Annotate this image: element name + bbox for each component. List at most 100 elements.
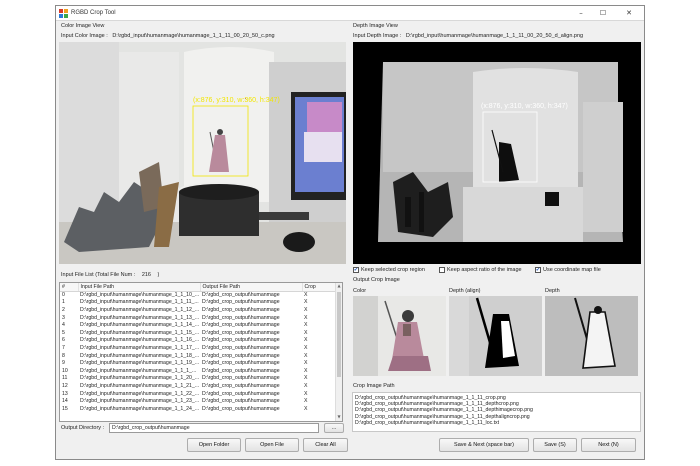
file-list-label: Input File List (Total File Num : 216 ): [61, 272, 159, 278]
keep-aspect-checkbox[interactable]: Keep aspect ratio of the image: [439, 267, 522, 273]
output-directory-field[interactable]: D:\rgbd_crop_output\humanmage: [109, 423, 319, 433]
crop-path-line: D:\rgbd_crop_output\humanmage\humanmage_…: [355, 419, 500, 426]
color-path-label: Input Color Image :: [61, 33, 108, 39]
cell-output-path: D:\rgbd_crop_output\humanmage: [202, 360, 280, 367]
crop-depth-align-label: Depth (align): [449, 288, 481, 294]
cell-input-path: D:\rgbd_input\humanmage\humanmage_1_1_22…: [80, 390, 200, 397]
color-path-value: D:\rgbd_input\humanmage\humanmage_1_1_11…: [112, 33, 275, 39]
crop-paths-label: Crop Image Path: [353, 383, 395, 389]
cell-output-path: D:\rgbd_crop_output\humanmage: [202, 390, 280, 397]
column-header-input[interactable]: Input File Path: [78, 283, 201, 292]
cell-index: 13: [62, 390, 68, 397]
save-next-button[interactable]: Save & Next (space bar): [439, 438, 529, 452]
depth-path-row: Input Depth Image : D:\rgbd_input\humanm…: [353, 33, 583, 39]
cell-index: 10: [62, 367, 68, 374]
cell-input-path: D:\rgbd_input\humanmage\humanmage_1_1_10…: [80, 292, 200, 299]
cell-output-path: D:\rgbd_crop_output\humanmage: [202, 375, 280, 382]
file-list-scrollbar[interactable]: ▲ ▼: [335, 283, 342, 421]
use-map-label: Use coordinate map file: [543, 267, 601, 273]
file-list-label-prefix: Input File List (Total File Num :: [61, 272, 136, 278]
cell-index: 9: [62, 360, 65, 367]
depth-image-view[interactable]: (x:876, y:310, w:360, h:347): [353, 42, 641, 264]
crop-depth-align-panel: [449, 296, 542, 376]
crop-depth-image: [545, 296, 638, 376]
cell-input-path: D:\rgbd_input\humanmage\humanmage_1_1_16…: [80, 337, 200, 344]
next-button[interactable]: Next (N): [581, 438, 636, 452]
cell-input-path: D:\rgbd_input\humanmage\humanmage_1_1_19…: [80, 360, 200, 367]
table-row[interactable]: 2 D:\rgbd_input\humanmage\humanmage_1_1_1…: [60, 306, 340, 314]
cell-output-path: D:\rgbd_crop_output\humanmage: [202, 306, 280, 313]
cell-index: 14: [62, 398, 68, 405]
cell-output-path: D:\rgbd_crop_output\humanmage: [202, 344, 280, 351]
table-row[interactable]: 15 D:\rgbd_input\humanmage\humanmage_1_1_…: [60, 405, 340, 413]
cell-output-path: D:\rgbd_crop_output\humanmage: [202, 382, 280, 389]
app-window: RGBD Crop Tool – ☐ ✕ Color Image View In…: [55, 5, 645, 460]
cell-input-path: D:\rgbd_input\humanmage\humanmage_1_1_21…: [80, 382, 200, 389]
maximize-icon[interactable]: ☐: [592, 6, 614, 20]
cell-output-path: D:\rgbd_crop_output\humanmage: [202, 292, 280, 299]
cell-index: 2: [62, 306, 65, 313]
close-icon[interactable]: ✕: [614, 6, 644, 20]
color-view-label: Color Image View: [61, 23, 105, 29]
column-header-index[interactable]: #: [60, 283, 79, 292]
table-row[interactable]: 0 D:\rgbd_input\humanmage\humanmage_1_1_1…: [60, 291, 340, 299]
checkbox-box[interactable]: [439, 267, 445, 273]
browse-button[interactable]: ...: [324, 423, 344, 433]
checkbox-box[interactable]: ✔: [535, 267, 541, 273]
use-map-checkbox[interactable]: ✔ Use coordinate map file: [535, 267, 601, 273]
cell-output-path: D:\rgbd_crop_output\humanmage: [202, 314, 280, 321]
open-file-button[interactable]: Open File: [245, 438, 299, 452]
cell-output-path: D:\rgbd_crop_output\humanmage: [202, 405, 280, 412]
keep-aspect-label: Keep aspect ratio of the image: [447, 267, 522, 273]
column-header-output[interactable]: Output File Path: [200, 283, 303, 292]
table-row[interactable]: 8 D:\rgbd_input\humanmage\humanmage_1_1_1…: [60, 352, 340, 360]
open-folder-button[interactable]: Open Folder: [187, 438, 241, 452]
cell-index: 3: [62, 314, 65, 321]
checkbox-box[interactable]: ✔: [353, 267, 359, 273]
color-path-row: Input Color Image : D:\rgbd_input\humanm…: [61, 33, 275, 39]
table-row[interactable]: 9 D:\rgbd_input\humanmage\humanmage_1_1_1…: [60, 359, 340, 367]
scrollbar-thumb[interactable]: [337, 292, 341, 377]
cell-input-path: D:\rgbd_input\humanmage\humanmage_1_1_15…: [80, 329, 200, 336]
cell-output-path: D:\rgbd_crop_output\humanmage: [202, 299, 280, 306]
title-bar[interactable]: RGBD Crop Tool – ☐ ✕: [56, 6, 644, 21]
save-button[interactable]: Save (S): [533, 438, 577, 452]
crop-color-image: [353, 296, 446, 376]
clear-all-button[interactable]: Clear All: [303, 438, 348, 452]
table-row[interactable]: 7 D:\rgbd_input\humanmage\humanmage_1_1_1…: [60, 344, 340, 352]
scroll-down-arrow-icon[interactable]: ▼: [336, 414, 342, 421]
color-image-view[interactable]: (x:876, y:310, w:360, h:347): [59, 42, 346, 264]
app-icon: [59, 9, 68, 18]
depth-image: (x:876, y:310, w:360, h:347): [353, 42, 641, 264]
file-count: 216: [141, 272, 151, 278]
file-list-table[interactable]: # Input File Path Output File Path Crop …: [59, 282, 343, 422]
crop-paths-box[interactable]: D:\rgbd_crop_output\humanmage\humanmage_…: [352, 392, 641, 432]
crop-color-panel: [353, 296, 446, 376]
table-row[interactable]: 4 D:\rgbd_input\humanmage\humanmage_1_1_1…: [60, 321, 340, 329]
window-controls: – ☐ ✕: [570, 6, 644, 20]
cell-input-path: D:\rgbd_input\humanmage\humanmage_1_1_1_…: [80, 367, 197, 374]
table-row[interactable]: 12 D:\rgbd_input\humanmage\humanmage_1_1_…: [60, 382, 340, 390]
cell-input-path: D:\rgbd_input\humanmage\humanmage_1_1_23…: [80, 398, 200, 405]
table-row[interactable]: 6 D:\rgbd_input\humanmage\humanmage_1_1_1…: [60, 337, 340, 345]
depth-path-label: Input Depth Image :: [353, 33, 402, 39]
table-header-row: # Input File Path Output File Path Crop: [60, 283, 341, 292]
table-row[interactable]: 11 D:\rgbd_input\humanmage\humanmage_1_1_…: [60, 375, 340, 383]
keep-selected-checkbox[interactable]: ✔ Keep selected crop region: [353, 267, 425, 273]
minimize-icon[interactable]: –: [570, 6, 592, 20]
table-row[interactable]: 1 D:\rgbd_input\humanmage\humanmage_1_1_1…: [60, 299, 340, 307]
table-row[interactable]: 5 D:\rgbd_input\humanmage\humanmage_1_1_1…: [60, 329, 340, 337]
scroll-up-arrow-icon[interactable]: ▲: [336, 283, 342, 290]
table-row[interactable]: 13 D:\rgbd_input\humanmage\humanmage_1_1_…: [60, 390, 340, 398]
depth-view-label: Depth Image View: [353, 23, 398, 29]
cell-input-path: D:\rgbd_input\humanmage\humanmage_1_1_14…: [80, 322, 200, 329]
cell-input-path: D:\rgbd_input\humanmage\humanmage_1_1_11…: [80, 299, 199, 306]
table-row[interactable]: 10 D:\rgbd_input\humanmage\humanmage_1_1_…: [60, 367, 340, 375]
cell-input-path: D:\rgbd_input\humanmage\humanmage_1_1_18…: [80, 352, 200, 359]
cell-index: 7: [62, 344, 65, 351]
cell-output-path: D:\rgbd_crop_output\humanmage: [202, 322, 280, 329]
depth-path-value: D:\rgbd_input\humanmage\humanmage_1_1_11…: [405, 33, 584, 39]
cell-index: 0: [62, 292, 65, 299]
table-row[interactable]: 14 D:\rgbd_input\humanmage\humanmage_1_1_…: [60, 397, 340, 405]
table-row[interactable]: 3 D:\rgbd_input\humanmage\humanmage_1_1_1…: [60, 314, 340, 322]
